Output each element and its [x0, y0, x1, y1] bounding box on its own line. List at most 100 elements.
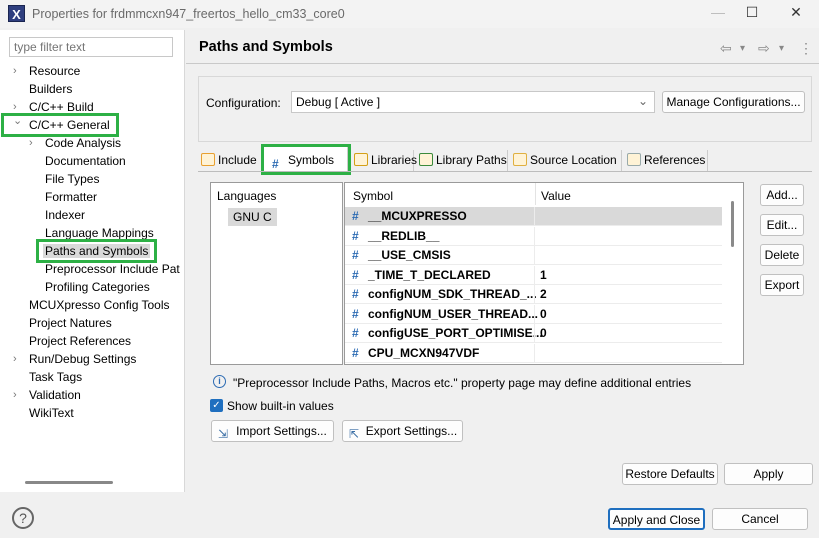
- cancel-button[interactable]: Cancel: [712, 508, 808, 530]
- table-row[interactable]: # __MCUXPRESSO: [345, 207, 722, 226]
- hash-icon: #: [352, 228, 359, 243]
- tree-item[interactable]: Language Mappings: [45, 224, 154, 242]
- tree-item[interactable]: Indexer: [45, 206, 85, 224]
- symbol-value: 0: [540, 326, 547, 340]
- filter-input[interactable]: [9, 37, 173, 57]
- tree-item[interactable]: Paths and Symbols: [35, 239, 158, 263]
- add-button[interactable]: Add...: [760, 184, 804, 206]
- export-label: Export Settings...: [365, 424, 458, 438]
- table-row[interactable]: # _TIME_T_DECLARED 1: [345, 265, 722, 285]
- help-icon[interactable]: ?: [12, 507, 34, 529]
- table-row[interactable]: # __REDLIB__: [345, 226, 722, 246]
- app-icon: X: [8, 5, 25, 22]
- back-menu-icon[interactable]: ▾: [740, 43, 745, 54]
- import-icon: ⇲: [218, 427, 229, 441]
- table-row[interactable]: # configNUM_USER_THREAD... 0: [345, 304, 722, 324]
- horizontal-scrollbar[interactable]: [25, 481, 113, 484]
- manage-configurations-button[interactable]: Manage Configurations...: [662, 91, 805, 113]
- tree-item[interactable]: Project Natures: [29, 314, 112, 332]
- tree-item[interactable]: › Resource: [13, 62, 80, 80]
- maximize-button[interactable]: ☐: [737, 4, 767, 21]
- tree-item-label: C/C++ General: [29, 118, 110, 132]
- tree-item-label: Builders: [29, 82, 73, 96]
- configuration-value: Debug [ Active ]: [296, 95, 381, 109]
- symbol-name: configNUM_USER_THREAD...: [368, 306, 539, 321]
- tree-item[interactable]: › Validation: [13, 386, 81, 404]
- tree-item[interactable]: WikiText: [29, 404, 74, 422]
- window-title: Properties for frdmmcxn947_freertos_hell…: [32, 7, 345, 21]
- tree-item[interactable]: › Code Analysis: [29, 134, 121, 152]
- edit-button[interactable]: Edit...: [760, 214, 804, 236]
- tree-item-label: Project Natures: [29, 316, 112, 330]
- more-icon[interactable]: ⋮: [799, 40, 813, 57]
- tree-item[interactable]: Documentation: [45, 152, 126, 170]
- forward-menu-icon[interactable]: ▾: [779, 43, 784, 54]
- info-text: "Preprocessor Include Paths, Macros etc.…: [233, 376, 692, 390]
- hash-icon: #: [352, 306, 359, 321]
- export-settings-button[interactable]: ⇱ Export Settings...: [342, 420, 463, 442]
- import-settings-button[interactable]: ⇲ Import Settings...: [211, 420, 334, 442]
- tab-label: Library Paths: [436, 153, 507, 167]
- show-builtin-checkbox[interactable]: ✓: [210, 399, 223, 412]
- back-icon[interactable]: ⇦: [720, 40, 732, 57]
- forward-icon[interactable]: ⇨: [758, 40, 770, 57]
- apply-and-close-button[interactable]: Apply and Close: [608, 508, 705, 530]
- tree-item[interactable]: Builders: [29, 80, 72, 98]
- delete-button[interactable]: Delete: [760, 244, 804, 266]
- chevron-right-icon[interactable]: ›: [13, 386, 17, 404]
- hash-icon: #: [272, 157, 279, 171]
- chevron-right-icon[interactable]: ›: [13, 350, 17, 368]
- vertical-scrollbar[interactable]: [731, 201, 734, 247]
- tree-item[interactable]: › C/C++ Build: [13, 98, 94, 116]
- close-button[interactable]: ✕: [781, 4, 811, 21]
- tab-references[interactable]: References: [624, 150, 708, 172]
- hash-icon: #: [352, 287, 359, 301]
- tree-item[interactable]: Project References: [29, 332, 131, 350]
- table-row[interactable]: # configUSE_PORT_OPTIMISE... 0: [345, 324, 722, 343]
- tab-source-location[interactable]: Source Location: [510, 150, 622, 172]
- minimize-button[interactable]: —: [703, 4, 733, 20]
- tree-item[interactable]: Formatter: [45, 188, 97, 206]
- symbol-name: __USE_CMSIS: [368, 248, 451, 262]
- export-icon: ⇱: [349, 427, 360, 441]
- tab-symbols[interactable]: # Symbols: [261, 144, 351, 175]
- table-row[interactable]: # __USE_CMSIS: [345, 246, 722, 265]
- tree-item[interactable]: MCUXpresso Config Tools: [29, 296, 170, 314]
- chevron-right-icon[interactable]: ›: [13, 62, 17, 80]
- tree-item-label: Preprocessor Include Pat: [45, 262, 180, 276]
- table-row[interactable]: # configNUM_SDK_THREAD_... 2: [345, 285, 722, 304]
- tab-include[interactable]: Include: [198, 150, 262, 172]
- tree-item[interactable]: Preprocessor Include Pat: [45, 260, 180, 278]
- tree-item-label: Validation: [29, 388, 81, 402]
- tree-item[interactable]: ⌄ C/C++ General: [1, 113, 119, 137]
- tab-library-paths[interactable]: Library Paths: [416, 150, 508, 172]
- tree-item[interactable]: Task Tags: [29, 368, 82, 386]
- chevron-down-icon: ⌄: [637, 94, 648, 108]
- export-button[interactable]: Export: [760, 274, 804, 296]
- divider: [198, 171, 812, 172]
- tree-item[interactable]: Profiling Categories: [45, 278, 150, 296]
- column-header-value[interactable]: Value: [541, 189, 571, 203]
- chevron-right-icon[interactable]: ›: [29, 134, 33, 152]
- tree-item-label: Formatter: [45, 190, 98, 204]
- symbol-name: __REDLIB__: [368, 228, 440, 243]
- page-title: Paths and Symbols: [199, 39, 333, 55]
- include-icon: [201, 153, 215, 166]
- apply-button[interactable]: Apply: [724, 463, 813, 485]
- column-header-symbol[interactable]: Symbol: [353, 189, 393, 203]
- tab-libraries[interactable]: Libraries: [351, 150, 417, 172]
- tab-label: References: [644, 153, 706, 167]
- references-icon: [627, 153, 641, 166]
- chevron-down-icon[interactable]: ⌄: [13, 112, 22, 130]
- configuration-select[interactable]: Debug [ Active ] ⌄: [291, 91, 655, 113]
- tree-item[interactable]: › Run/Debug Settings: [13, 350, 136, 368]
- tree-item-label: Paths and Symbols: [43, 244, 151, 258]
- restore-defaults-button[interactable]: Restore Defaults: [622, 463, 718, 485]
- tree-item[interactable]: File Types: [45, 170, 99, 188]
- language-item[interactable]: GNU C: [228, 208, 277, 226]
- libraries-icon: [354, 153, 368, 166]
- hash-icon: #: [352, 248, 359, 262]
- table-row[interactable]: # CPU_MCXN947VDF: [345, 343, 722, 363]
- symbol-name: _TIME_T_DECLARED: [368, 267, 491, 282]
- configuration-label: Configuration:: [206, 96, 281, 110]
